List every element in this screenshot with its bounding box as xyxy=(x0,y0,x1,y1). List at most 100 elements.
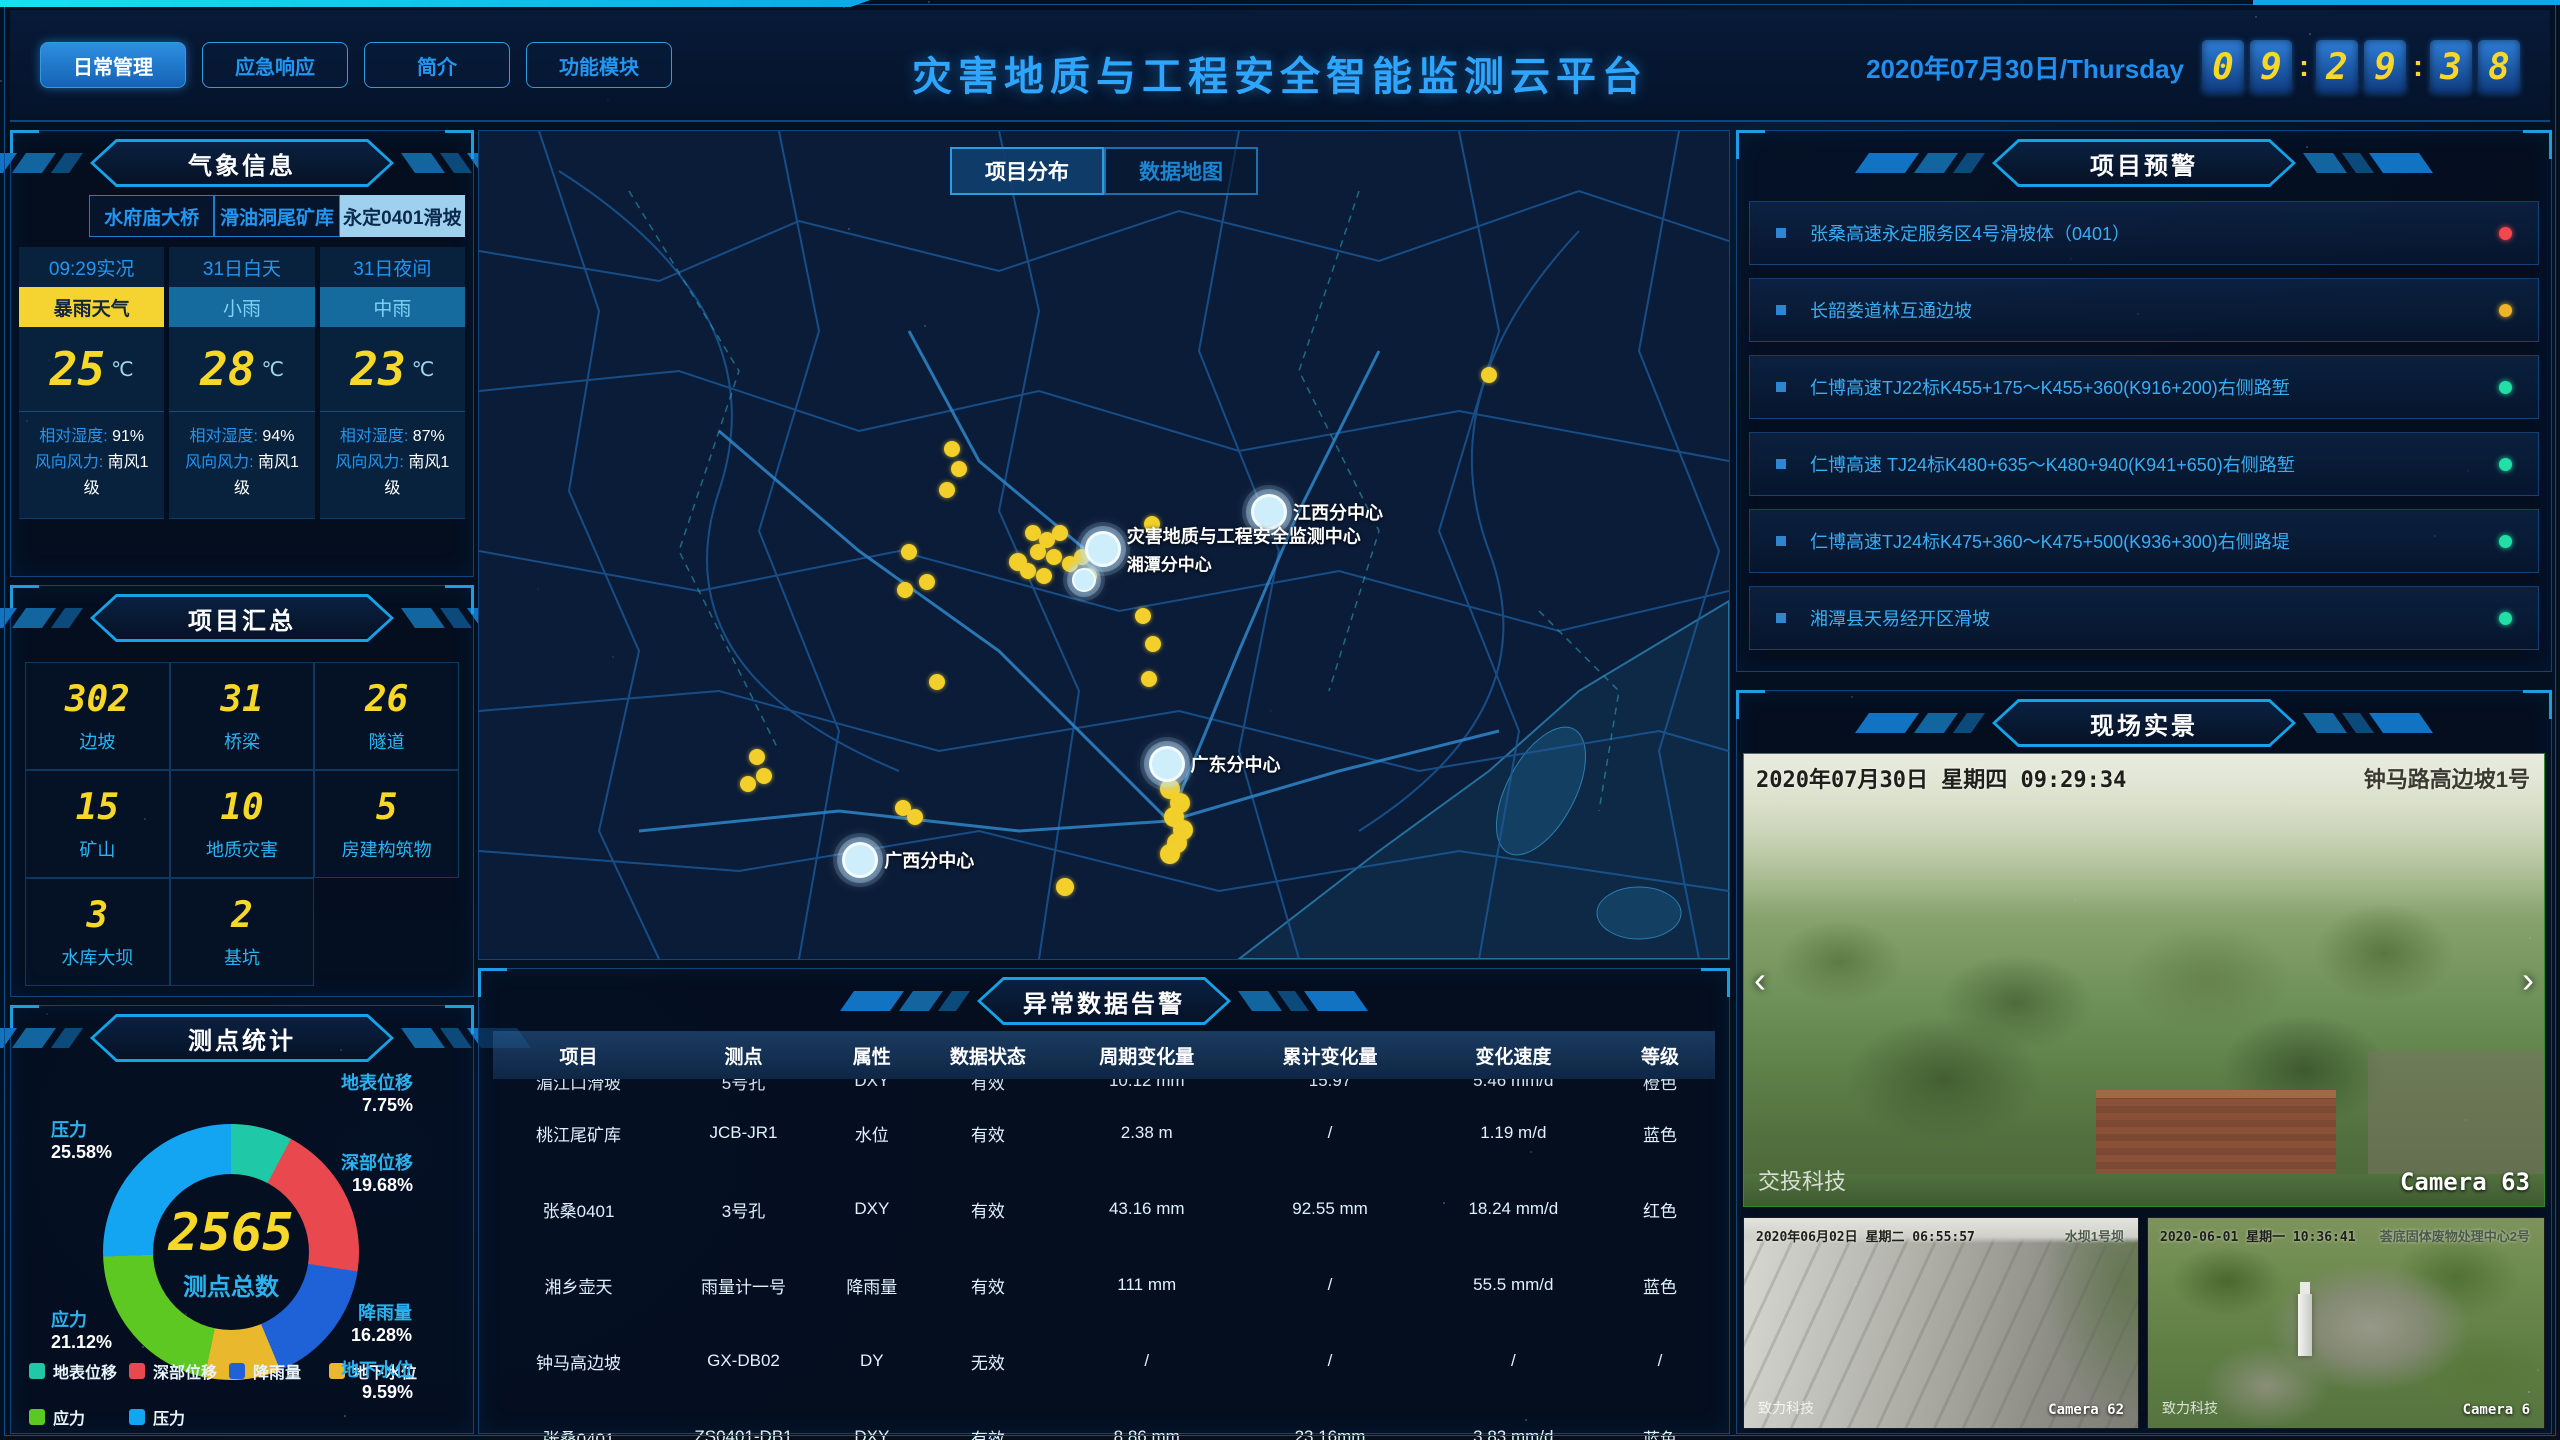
table-row[interactable]: 湘乡壶天雨量计一号降雨量有效111 mm/55.5 mm/d蓝色 xyxy=(493,1247,1715,1323)
alerts-cell: JCB-JR1 xyxy=(664,1123,823,1143)
map-tab-2[interactable]: 数据地图 xyxy=(1104,147,1258,195)
project-location-dot xyxy=(1145,636,1161,652)
camera-site-label: 水坝1号坝 xyxy=(2065,1226,2124,1245)
warning-text: 张桑高速永定服务区4号滑坡体（0401） xyxy=(1810,220,2499,246)
alerts-cell: 无效 xyxy=(921,1349,1055,1374)
legend-item-降雨量: 降雨量 xyxy=(229,1359,329,1383)
marker-label: 广东分中心 xyxy=(1191,751,1281,777)
alerts-panel-title: 异常数据告警 xyxy=(979,979,1229,1023)
alerts-cell: 5.46 mm/d xyxy=(1422,1079,1605,1091)
weather-tab-2[interactable]: 滑油洞尾矿库 xyxy=(214,195,339,237)
project-location-dot xyxy=(944,441,960,457)
donut-chart: 2565 测点总数 地表位移深部位移降雨量地下水位应力压力 地表位移7.75%深… xyxy=(11,1064,473,1424)
alerts-cell: 蓝色 xyxy=(1605,1425,1715,1440)
alerts-cell: 有效 xyxy=(921,1079,1055,1094)
alerts-table-partial-row: 湄江口滑坡5号孔DXY有效10.12 mm15.975.46 mm/d橙色 xyxy=(493,1079,1715,1095)
alerts-cell: 2.38 m xyxy=(1055,1123,1238,1143)
star xyxy=(2537,1369,2539,1371)
star xyxy=(48,359,50,361)
alerts-cell: 43.16 mm xyxy=(1055,1199,1238,1219)
legend-item-深部位移: 深部位移 xyxy=(129,1359,229,1383)
header-deco-left xyxy=(1862,153,1978,173)
star xyxy=(928,1,930,3)
header-deco-right xyxy=(1245,991,1361,1011)
project-location-dot xyxy=(897,582,913,598)
point-stats-panel: 测点统计 2565 测点总数 地表位移深部位移降雨量地下水位应力压力 地表位移7… xyxy=(10,1005,474,1434)
alerts-cell: 有效 xyxy=(921,1197,1055,1222)
chart-callout-地下水位: 地下水位9.59% xyxy=(341,1359,413,1403)
warning-list-item[interactable]: 仁博高速 TJ24标K480+635～K480+940(K941+650)右侧路… xyxy=(1749,432,2539,496)
main-camera-feed[interactable]: 2020年07月30日 星期四 09:29:34 钟马路高边坡1号 交投科技 C… xyxy=(1743,753,2545,1207)
alerts-col-header: 测点 xyxy=(664,1042,823,1069)
camera-thumb-1[interactable]: 2020年06月02日 星期二 06:55:57 水坝1号坝 致力科技 Came… xyxy=(1743,1217,2139,1429)
weather-tab-1[interactable]: 水府庙大桥 xyxy=(89,195,214,237)
alerts-cell: 桃江尾矿库 xyxy=(493,1121,664,1146)
alerts-col-header: 累计变化量 xyxy=(1238,1042,1421,1069)
status-dot-green xyxy=(2499,458,2512,471)
project-summary-panel: 项目汇总 302边坡31桥梁26隧道15矿山10地质灾害5房建构筑物3水库大坝2… xyxy=(10,585,474,997)
live-view-title: 现场实景 xyxy=(1994,701,2294,745)
header-deco-left xyxy=(0,1028,76,1048)
map-marker-广东分中心: 广东分中心 xyxy=(1149,746,1185,782)
stat-边坡: 302边坡 xyxy=(25,662,170,770)
star xyxy=(1270,710,1272,712)
warning-text: 仁博高速TJ24标K475+360～K475+500(K936+300)右侧路堤 xyxy=(1810,528,2499,554)
camera-thumb-2[interactable]: 2020-06-01 星期一 10:36:41 荟底固体废物处理中心2号 致力科… xyxy=(2147,1217,2545,1429)
header-deco-left xyxy=(0,153,76,173)
alerts-cell: 18.24 mm/d xyxy=(1422,1199,1605,1219)
monitoring-pillar xyxy=(2298,1294,2312,1356)
alerts-cell: DXY xyxy=(823,1079,921,1091)
table-row[interactable]: 张桑04013号孔DXY有效43.16 mm92.55 mm18.24 mm/d… xyxy=(493,1171,1715,1247)
alerts-cell: 3号孔 xyxy=(664,1197,823,1222)
warning-list-item[interactable]: 长韶娄道林互通边坡 xyxy=(1749,278,2539,342)
camera-brand-watermark: 致力科技 xyxy=(2162,1398,2218,1418)
project-location-dot xyxy=(901,544,917,560)
weather-time-label: 31日白天 xyxy=(169,247,314,287)
status-dot-red xyxy=(2499,227,2512,240)
warning-list-item[interactable]: 仁博高速TJ22标K455+175～K455+360(K916+200)右侧路堑 xyxy=(1749,355,2539,419)
project-location-dot xyxy=(1030,544,1046,560)
stat-label: 房建构筑物 xyxy=(342,836,432,862)
stat-label: 桥梁 xyxy=(224,728,260,754)
warning-text: 仁博高速 TJ24标K480+635～K480+940(K941+650)右侧路… xyxy=(1810,451,2499,477)
legend-swatch xyxy=(29,1409,45,1425)
nav-button-2[interactable]: 应急响应 xyxy=(202,42,348,88)
alerts-cell: 111 mm xyxy=(1055,1275,1238,1295)
alerts-cell: / xyxy=(1238,1351,1421,1371)
nav-button-3[interactable]: 简介 xyxy=(364,42,510,88)
star xyxy=(2528,1391,2530,1393)
table-row[interactable]: 钟马高边坡GX-DB02DY无效//// xyxy=(493,1323,1715,1399)
marker-ring-icon xyxy=(1149,746,1185,782)
star xyxy=(1851,696,1853,698)
stat-桥梁: 31桥梁 xyxy=(170,662,315,770)
chart-callout-深部位移: 深部位移19.68% xyxy=(341,1152,413,1196)
legend-label: 应力 xyxy=(53,1405,85,1429)
bullet-square-icon xyxy=(1776,459,1786,469)
weather-condition-chip: 中雨 xyxy=(320,287,465,327)
warnings-panel-title: 项目预警 xyxy=(1994,141,2294,185)
stat-label: 基坑 xyxy=(224,944,260,970)
carousel-prev-icon[interactable]: ‹ xyxy=(1754,962,1766,998)
camera-id-label: Camera 6 xyxy=(2463,1402,2530,1418)
project-location-dot xyxy=(929,674,945,690)
map-marker-灾害地质与工程安全监测中心: 灾害地质与工程安全监测中心湘潭分中心 xyxy=(1085,531,1121,567)
camera-site-label: 荟底固体废物处理中心2号 xyxy=(2380,1226,2530,1245)
warning-list-item[interactable]: 仁博高速TJ24标K475+360～K475+500(K936+300)右侧路堤 xyxy=(1749,509,2539,573)
marker-label: 江西分中心 xyxy=(1293,499,1383,525)
weather-columns: 09:29实况暴雨天气25℃相对湿度: 91%风向风力: 南风1级31日白天小雨… xyxy=(19,247,465,519)
alerts-cell: 5号孔 xyxy=(664,1079,823,1094)
warning-list-item[interactable]: 张桑高速永定服务区4号滑坡体（0401） xyxy=(1749,201,2539,265)
project-location-dot xyxy=(1046,549,1062,565)
warning-list-item[interactable]: 湘潭县天易经开区滑坡 xyxy=(1749,586,2539,650)
table-row[interactable]: 桃江尾矿库JCB-JR1水位有效2.38 m/1.19 m/d蓝色 xyxy=(493,1095,1715,1171)
map-tab-1[interactable]: 项目分布 xyxy=(950,147,1104,195)
stat-value: 5 xyxy=(376,787,398,828)
star xyxy=(2309,33,2311,35)
weather-tab-3[interactable]: 永定0401滑坡 xyxy=(340,195,465,237)
carousel-next-icon[interactable]: › xyxy=(2522,962,2534,998)
top-accent-bar xyxy=(0,0,870,7)
nav-button-4[interactable]: 功能模块 xyxy=(526,42,672,88)
marker-label: 灾害地质与工程安全监测中心湘潭分中心 xyxy=(1127,523,1361,576)
nav-button-1[interactable]: 日常管理 xyxy=(40,42,186,88)
table-row[interactable]: 张桑0401ZS0401-DB1DXY有效8.86 mm23.16mm3.83 … xyxy=(493,1399,1715,1440)
